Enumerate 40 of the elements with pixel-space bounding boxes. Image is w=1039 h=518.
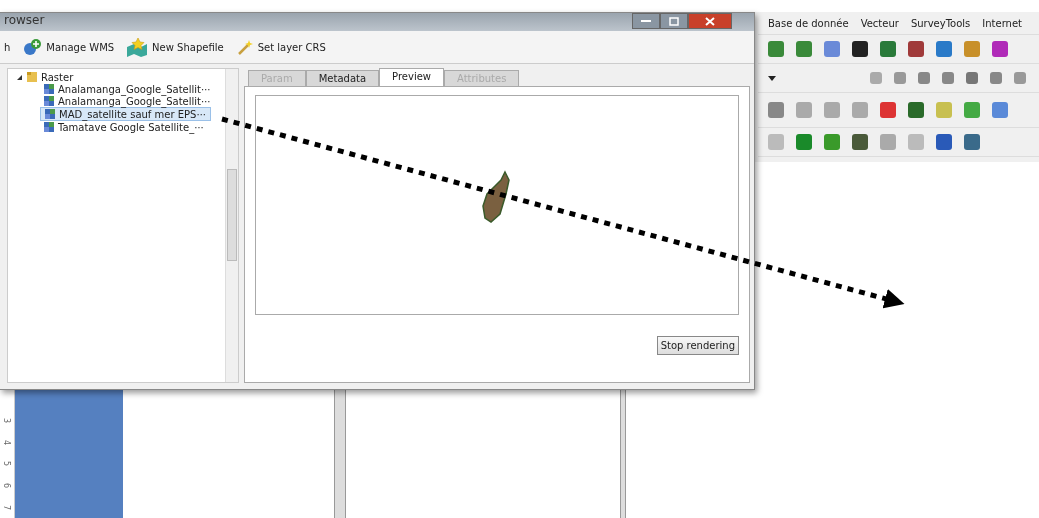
ruler-label: 7: [2, 504, 12, 510]
raster-layer-icon: [44, 122, 54, 132]
close-icon: [705, 16, 715, 26]
expand-arrow-icon[interactable]: [16, 73, 23, 81]
scrollbar[interactable]: [224, 69, 238, 382]
menu-item[interactable]: Base de donnée: [768, 17, 849, 29]
toolbar-button[interactable]: Manage WMS: [22, 38, 115, 56]
ruler-label: 3: [2, 418, 12, 424]
menu-item[interactable]: Vecteur: [860, 17, 899, 29]
tree-item[interactable]: MAD_satellite sauf mer EPS⋯: [40, 107, 211, 121]
menu-item[interactable]: SurveyTools: [910, 17, 971, 29]
toolbar-button[interactable]: Set layer CRS: [235, 38, 326, 56]
ruler-label: 4: [2, 439, 12, 445]
maximize-button[interactable]: [660, 13, 688, 29]
globe-plus-icon: [22, 38, 43, 56]
toolbar-button[interactable]: New Shapefile: [126, 37, 224, 57]
scrollbar-thumb[interactable]: [226, 169, 237, 261]
map-star-icon: [126, 37, 149, 57]
tree-item[interactable]: Analamanga_Google_Satellit⋯: [12, 83, 211, 95]
close-button[interactable]: [688, 13, 732, 29]
raster-layer-icon: [44, 96, 54, 106]
tab[interactable]: Preview: [379, 68, 444, 86]
toolbar-button[interactable]: h: [4, 41, 11, 53]
tree-item[interactable]: Analamanga_Google_Satellit⋯: [12, 95, 211, 107]
minimize-icon: [641, 19, 651, 23]
raster-layer-icon: [45, 109, 55, 119]
tree-item[interactable]: Tamatave Google Satellite_⋯: [12, 121, 211, 133]
maximize-icon: [669, 16, 679, 26]
caret-icon[interactable]: [768, 75, 776, 81]
stop-rendering-button[interactable]: Stop rendering: [656, 336, 739, 355]
window-title: rowser: [3, 13, 45, 27]
tab[interactable]: Metadata: [305, 70, 380, 86]
folder-icon: [27, 71, 37, 83]
minimize-button[interactable]: [632, 13, 660, 29]
tree-item[interactable]: Raster: [12, 71, 221, 83]
tree-item-label: Raster: [41, 71, 74, 83]
raster-layer-icon: [44, 84, 54, 94]
ruler-label: 6: [2, 483, 12, 489]
ruler-label: 5: [2, 461, 12, 467]
menu-item[interactable]: Internet: [982, 17, 1023, 29]
